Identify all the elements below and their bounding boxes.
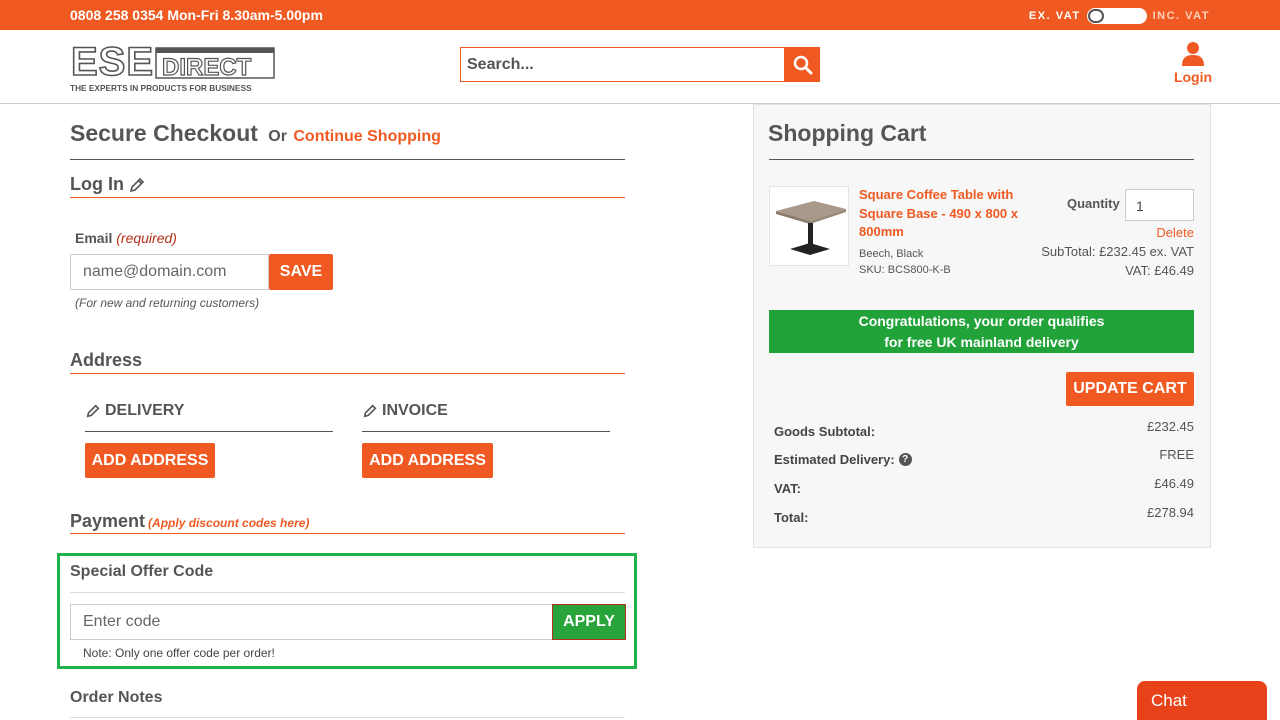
payment-section-heading: Payment (Apply discount codes here) [70, 511, 309, 532]
checkout-title: Secure Checkout [70, 120, 258, 146]
delete-link[interactable]: Delete [1156, 225, 1194, 240]
ese-direct-logo[interactable]: ESE DIRECT THE EXPERTS IN PRODUCTS FOR B… [70, 39, 276, 94]
chat-button[interactable]: Chat [1137, 681, 1267, 720]
pencil-icon [363, 404, 377, 418]
add-invoice-address-button[interactable]: ADD ADDRESS [362, 443, 493, 478]
svg-text:ESE: ESE [71, 40, 154, 84]
save-button[interactable]: SAVE [269, 254, 333, 290]
order-notes-divider [70, 717, 625, 718]
estimated-delivery-value: FREE [1159, 447, 1194, 462]
delivery-heading[interactable]: DELIVERY [85, 402, 184, 420]
search-button[interactable] [785, 47, 820, 82]
invoice-heading[interactable]: INVOICE [362, 402, 448, 420]
email-label-text: Email [75, 230, 113, 246]
quantity-input[interactable]: 1 [1125, 189, 1194, 221]
page-title: Secure Checkout Or Continue Shopping [70, 120, 441, 147]
vat-value: £46.49 [1154, 476, 1194, 491]
svg-text:THE EXPERTS IN PRODUCTS FOR BU: THE EXPERTS IN PRODUCTS FOR BUSINESS [70, 83, 252, 93]
invoice-divider [362, 431, 610, 432]
delivery-label: DELIVERY [105, 402, 185, 419]
vat-ex-label: EX. VAT [1028, 10, 1081, 22]
coffee-table-image [776, 201, 846, 255]
top-bar: 0808 258 0354 Mon-Fri 8.30am-5.00pm EX. … [0, 0, 1280, 30]
vat-switch: EX. VAT INC. VAT [1029, 8, 1210, 24]
order-notes-heading: Order Notes [70, 689, 163, 706]
congrats-line-1: Congratulations, your order qualifies [858, 313, 1105, 329]
product-sku: SKU: BCS800-K-B [859, 264, 951, 276]
goods-subtotal-label: Goods Subtotal: [774, 424, 876, 439]
payment-label: Payment [70, 511, 146, 531]
help-icon[interactable]: ? [898, 453, 912, 466]
login-section-heading[interactable]: Log In [70, 174, 146, 195]
congrats-line-2: for free UK mainland delivery [884, 334, 1079, 350]
pencil-icon [129, 177, 145, 192]
quantity-label: Quantity [1067, 196, 1120, 211]
or-label: Or [268, 128, 287, 145]
total-label: Total: [774, 510, 809, 525]
goods-subtotal-value: £232.45 [1147, 419, 1194, 434]
estimated-delivery-row: Estimated Delivery: ? [774, 452, 912, 467]
offer-code-input[interactable]: Enter code [70, 604, 553, 640]
site-header: ESE DIRECT THE EXPERTS IN PRODUCTS FOR B… [0, 30, 1280, 104]
email-label: Email (required) [75, 230, 177, 246]
product-thumbnail[interactable] [769, 186, 849, 266]
pencil-icon [86, 404, 100, 418]
address-section-heading: Address [70, 350, 143, 370]
title-divider [70, 159, 625, 160]
continue-shopping-link[interactable]: Continue Shopping [293, 128, 441, 145]
offer-note: Note: Only one offer code per order! [83, 646, 275, 660]
vat-label: VAT: [774, 481, 801, 496]
svg-text:DIRECT: DIRECT [162, 54, 252, 81]
delivery-divider [85, 431, 333, 432]
vat-inc-label: INC. VAT [1152, 10, 1210, 22]
total-value: £278.94 [1147, 505, 1194, 520]
apply-button[interactable]: APPLY [552, 604, 626, 640]
payment-divider [70, 533, 625, 534]
item-vat: VAT: £46.49 [1125, 263, 1194, 278]
offer-divider [70, 592, 625, 593]
product-variant: Beech, Black [859, 248, 924, 260]
user-icon [1182, 42, 1204, 66]
login-divider [70, 197, 625, 198]
vat-toggle[interactable] [1086, 8, 1147, 24]
search-icon [793, 55, 812, 74]
email-note: (For new and returning customers) [75, 296, 260, 310]
free-delivery-banner: Congratulations, your order qualifies fo… [769, 310, 1194, 353]
update-cart-button[interactable]: UPDATE CART [1066, 372, 1194, 406]
cart-title: Shopping Cart [768, 120, 927, 146]
offer-code-title: Special Offer Code [70, 563, 214, 580]
add-delivery-address-button[interactable]: ADD ADDRESS [85, 443, 215, 478]
phone-number[interactable]: 0808 258 0354 Mon-Fri 8.30am-5.00pm [70, 7, 323, 23]
email-field[interactable]: name@domain.com [70, 254, 269, 290]
search-input[interactable] [460, 47, 785, 82]
login-section-label: Log In [70, 174, 124, 194]
cart-divider [769, 159, 1194, 160]
payment-note: (Apply discount codes here) [148, 516, 310, 530]
login-label: Login [1173, 69, 1213, 85]
address-divider [70, 373, 625, 374]
login-link[interactable]: Login [1170, 40, 1216, 85]
search-bar [460, 47, 820, 82]
item-subtotal: SubTotal: £232.45 ex. VAT [1041, 244, 1194, 259]
toggle-knob [1087, 9, 1104, 23]
product-name-link[interactable]: Square Coffee Table with Square Base - 4… [859, 186, 1029, 242]
invoice-label: INVOICE [382, 402, 448, 419]
email-required-note: (required) [116, 230, 177, 246]
estimated-delivery-label: Estimated Delivery: [774, 452, 895, 467]
